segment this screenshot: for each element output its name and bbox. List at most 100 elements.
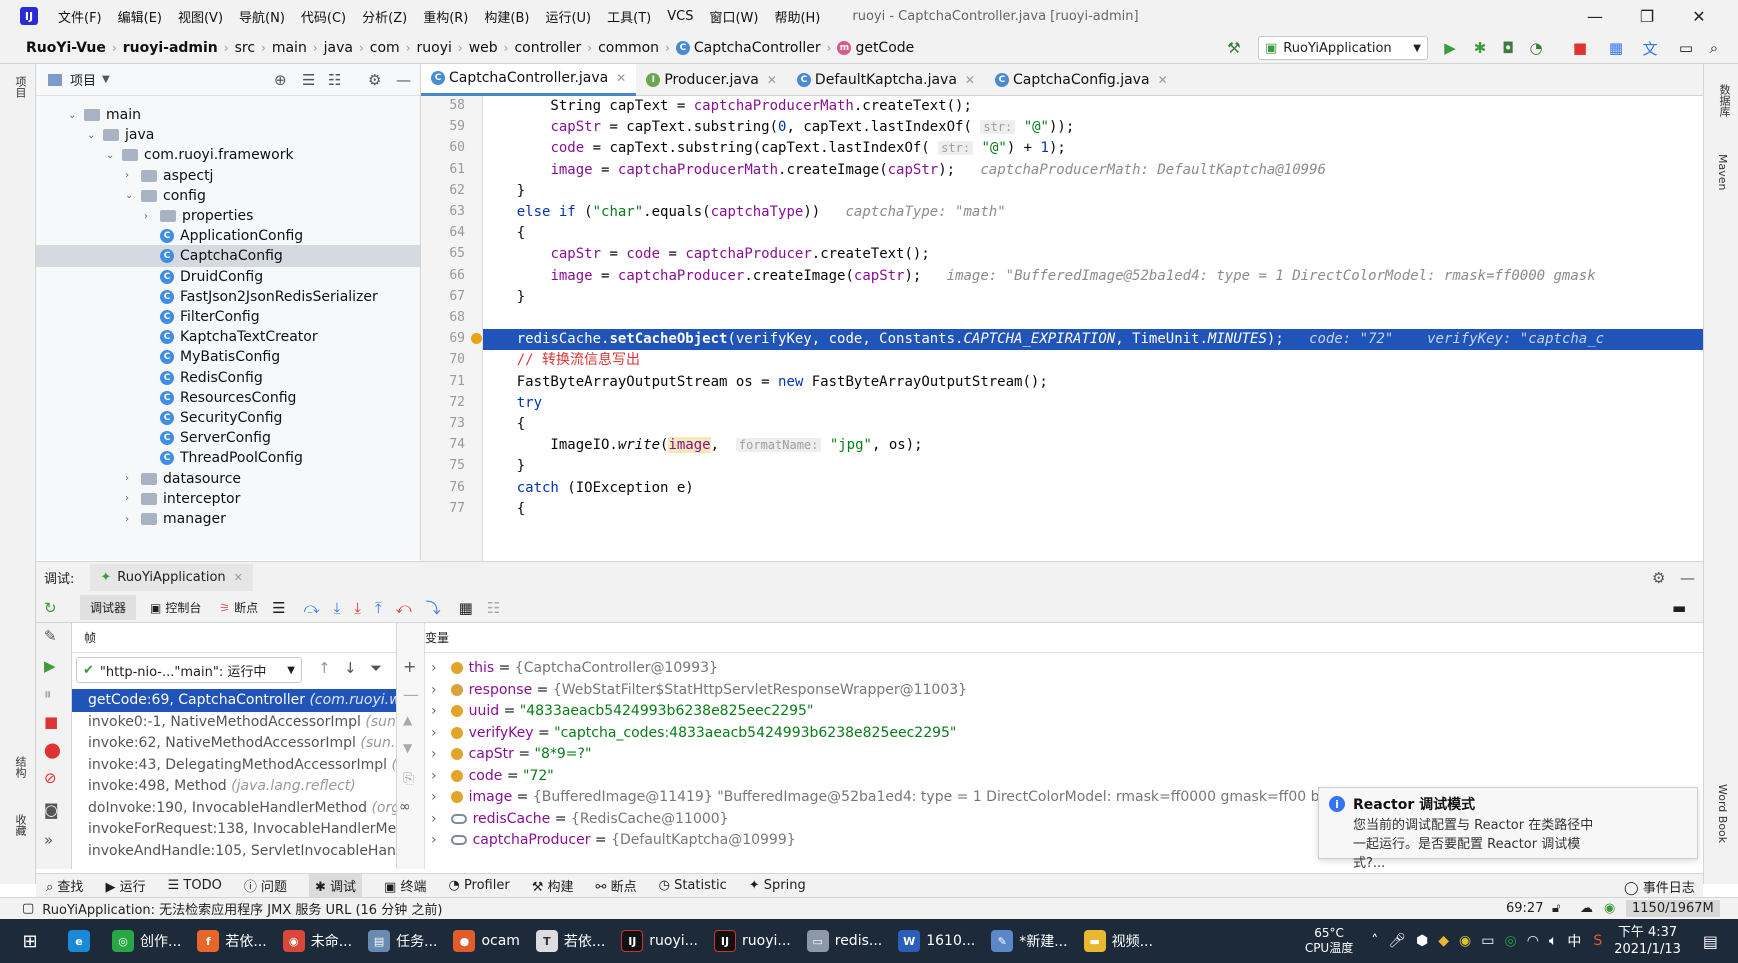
layout-icon[interactable]: ▭ (1676, 38, 1696, 58)
tool-spring[interactable]: ✦ Spring (749, 878, 806, 893)
line-number[interactable]: 62 (429, 183, 465, 198)
taskbar-app[interactable]: f 若依... (189, 919, 274, 963)
thread-select[interactable]: ✔ "http-nio-..."main": 运行中 ▼ (76, 657, 302, 683)
menu-build[interactable]: 构建(B) (476, 7, 537, 26)
tree-item[interactable]: C MyBatisConfig (36, 346, 420, 368)
tool-endpoints[interactable]: ⚯ 断点 (596, 876, 637, 895)
clock[interactable]: 下午 4:37 2021/1/13 (1614, 924, 1681, 958)
line-number[interactable]: 66 (429, 268, 465, 283)
trace-icon[interactable]: ☷ (487, 599, 500, 617)
pause-icon[interactable]: ⏸ (44, 685, 52, 703)
tab-defaultkaptcha[interactable]: C DefaultKaptcha.java ✕ (787, 64, 985, 96)
line-number[interactable]: 72 (429, 395, 465, 410)
tree-item[interactable]: C FastJson2JsonRedisSerializer (36, 286, 420, 308)
tree-item[interactable]: C SecurityConfig (36, 407, 420, 429)
line-number[interactable]: 65 (429, 246, 465, 261)
close-tab-icon[interactable]: ✕ (767, 73, 777, 87)
breadcrumb-module[interactable]: ruoyi-admin (119, 40, 222, 56)
maven-tool-tab[interactable]: Maven (1716, 154, 1729, 190)
variable-row[interactable]: › this = {CaptchaController@10993} (425, 657, 718, 679)
app-tray-icon[interactable]: ◎ (1504, 933, 1516, 949)
tool-run[interactable]: ▶ 运行 (105, 876, 145, 895)
breadcrumb-project[interactable]: RuoYi-Vue (22, 40, 110, 56)
reactor-notification[interactable]: i Reactor 调试模式 您当前的调试配置与 Reactor 在类路径中一起… (1318, 787, 1698, 871)
variable-row[interactable]: › uuid = "4833aeacb5424993b6238e825eec229… (425, 700, 813, 722)
wordbook-tool-tab[interactable]: Word Book (1716, 784, 1729, 843)
force-step-into-icon[interactable]: ⤓ (354, 599, 361, 617)
lock-icon[interactable]: 🔓︎ (1552, 901, 1560, 916)
microphone-icon[interactable]: 🎤︎ (1388, 933, 1406, 949)
menu-vcs[interactable]: VCS (659, 9, 701, 24)
close-tab-icon[interactable]: ✕ (234, 571, 243, 584)
editor-gutter[interactable]: 58 59 60 61 62 63 64 65 66 67 68 69 70 71 72 73 74 75 76 77 (421, 96, 483, 561)
taskbar-app[interactable]: IJ ruoyi... (706, 919, 799, 963)
coverage-icon[interactable]: ◘ (1498, 38, 1518, 58)
filter-icon[interactable]: ⏷ (370, 659, 382, 677)
gear-icon[interactable]: ⚙ (368, 71, 381, 89)
expand-all-icon[interactable]: ☰ (302, 71, 315, 89)
menu-analyze[interactable]: 分析(Z) (354, 7, 415, 26)
line-number[interactable]: 69 (429, 331, 465, 346)
close-tab-icon[interactable]: ✕ (1158, 73, 1168, 87)
tree-item[interactable]: › properties (36, 205, 420, 227)
drop-frame-icon[interactable]: ⤺ (396, 599, 412, 617)
stack-frame[interactable]: doInvoke:190, InvocableHandlerMethod (or… (72, 797, 396, 820)
chevron-down-icon[interactable]: ⌄ (68, 110, 82, 121)
hide-panel-icon[interactable]: — (396, 71, 411, 89)
line-number[interactable]: 71 (429, 374, 465, 389)
tree-item[interactable]: C ServerConfig (36, 427, 420, 449)
tool-statistic[interactable]: ◷ Statistic (659, 878, 727, 893)
memory-indicator[interactable]: 1150/1967M (1626, 900, 1720, 917)
tab-captchaconfig[interactable]: C CaptchaConfig.java ✕ (985, 64, 1178, 96)
cpu-temp[interactable]: 65°C CPU温度 (1305, 926, 1353, 956)
line-number[interactable]: 63 (429, 204, 465, 219)
step-into-icon[interactable]: ⤓ (334, 599, 341, 617)
tree-item[interactable]: C DruidConfig (36, 266, 420, 288)
taskbar-app[interactable]: T 若依... (528, 919, 613, 963)
menu-file[interactable]: 文件(F) (50, 7, 110, 26)
breadcrumb-src[interactable]: src (231, 40, 259, 56)
tree-item[interactable]: › aspectj (36, 165, 420, 187)
breadcrumb-main[interactable]: main (268, 40, 311, 56)
stack-frame[interactable]: invoke:498, Method (java.lang.reflect) (72, 775, 396, 798)
chevron-right-icon[interactable]: › (125, 493, 139, 504)
menu-tools[interactable]: 工具(T) (599, 7, 659, 26)
app-tray-icon[interactable]: ◉ (1459, 933, 1471, 949)
tree-item[interactable]: ⌄ com.ruoyi.framework (36, 144, 420, 166)
menu-run[interactable]: 运行(U) (537, 7, 599, 26)
tree-item[interactable]: › manager (36, 508, 420, 530)
chevron-down-icon[interactable]: ⌄ (106, 150, 120, 161)
project-panel-title[interactable]: 项目 (70, 70, 96, 89)
tool-todo[interactable]: ☰ TODO (168, 878, 222, 893)
breadcrumb-web[interactable]: web (465, 40, 502, 56)
tree-item[interactable]: C KaptchaTextCreator (36, 326, 420, 348)
run-to-cursor-icon[interactable]: ⤵ (426, 597, 441, 618)
windows-start-icon[interactable]: ⊞ (0, 919, 60, 963)
variable-row[interactable]: › code = "72" (425, 765, 554, 787)
stack-frame[interactable]: invoke:43, DelegatingMethodAccessorImpl … (72, 754, 396, 777)
rerun-icon[interactable]: ↻ (44, 599, 72, 617)
chevron-right-icon[interactable]: › (125, 473, 139, 484)
chevron-right-icon[interactable]: › (144, 211, 158, 222)
tab-producer[interactable]: I Producer.java ✕ (636, 64, 787, 96)
close-tab-icon[interactable]: ✕ (616, 71, 626, 85)
hide-panel-icon[interactable]: — (1680, 569, 1695, 587)
status-message[interactable]: RuoYiApplication: 无法检索应用程序 JMX 服务 URL (1… (42, 899, 442, 918)
database-tool-tab[interactable]: 数据库 (1716, 84, 1732, 117)
notification-body[interactable]: 您当前的调试配置与 Reactor 在类路径中一起运行。是否要配置 Reacto… (1353, 816, 1603, 873)
chevron-right-icon[interactable]: › (431, 703, 437, 719)
chevron-up-icon[interactable]: ˄ (1371, 933, 1378, 949)
battery-icon[interactable]: ▭ (1481, 933, 1494, 949)
tree-item[interactable]: C RedisConfig (36, 367, 420, 389)
line-number[interactable]: 68 (429, 310, 465, 325)
taskbar-app[interactable]: ▤ 任务... (360, 919, 445, 963)
menu-help[interactable]: 帮助(H) (766, 7, 828, 26)
layout-icon[interactable]: ▬ (1672, 599, 1686, 617)
tree-item[interactable]: C ResourcesConfig (36, 387, 420, 409)
restore-button[interactable]: ❐ (1622, 0, 1672, 32)
move-down-icon[interactable]: ▼ (403, 741, 412, 755)
breadcrumb-controller[interactable]: controller (510, 40, 585, 56)
stop-icon[interactable]: ■ (44, 713, 58, 731)
line-number[interactable]: 70 (429, 352, 465, 367)
chevron-right-icon[interactable]: › (431, 832, 437, 848)
